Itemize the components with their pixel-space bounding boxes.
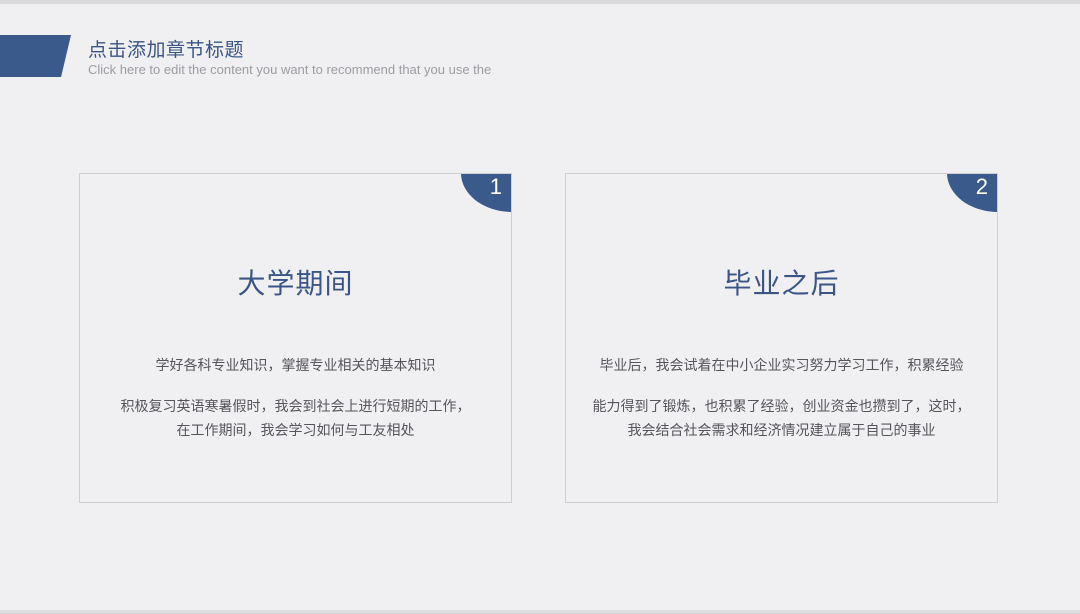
slide: 点击添加章节标题 Click here to edit the content … <box>0 0 1080 614</box>
top-divider <box>0 0 1080 4</box>
card-text-line[interactable]: 积极复习英语寒暑假时，我会到社会上进行短期的工作， <box>80 396 511 416</box>
card-university: 1 大学期间 学好各科专业知识，掌握专业相关的基本知识 积极复习英语寒暑假时，我… <box>79 173 512 503</box>
section-subtitle[interactable]: Click here to edit the content you want … <box>88 62 491 77</box>
section-accent-tab <box>0 35 71 77</box>
card-title[interactable]: 大学期间 <box>80 262 511 302</box>
card-number: 2 <box>975 174 988 199</box>
card-text-line[interactable]: 毕业后，我会试着在中小企业实习努力学习工作，积累经验 <box>566 355 997 375</box>
card-text-line[interactable]: 我会结合社会需求和经济情况建立属于自己的事业 <box>566 420 997 440</box>
card-text-line[interactable]: 能力得到了锻炼，也积累了经验，创业资金也攒到了，这时， <box>566 396 997 416</box>
card-after-graduation: 2 毕业之后 毕业后，我会试着在中小企业实习努力学习工作，积累经验 能力得到了锻… <box>565 173 998 503</box>
card-text-line[interactable]: 学好各科专业知识，掌握专业相关的基本知识 <box>80 355 511 375</box>
card-title[interactable]: 毕业之后 <box>566 262 997 302</box>
section-title[interactable]: 点击添加章节标题 <box>88 35 244 62</box>
card-number-badge: 1 <box>461 174 511 212</box>
card-number: 1 <box>489 174 502 199</box>
card-text-line[interactable]: 在工作期间，我会学习如何与工友相处 <box>80 420 511 440</box>
card-number-badge: 2 <box>947 174 997 212</box>
bottom-divider <box>0 610 1080 614</box>
